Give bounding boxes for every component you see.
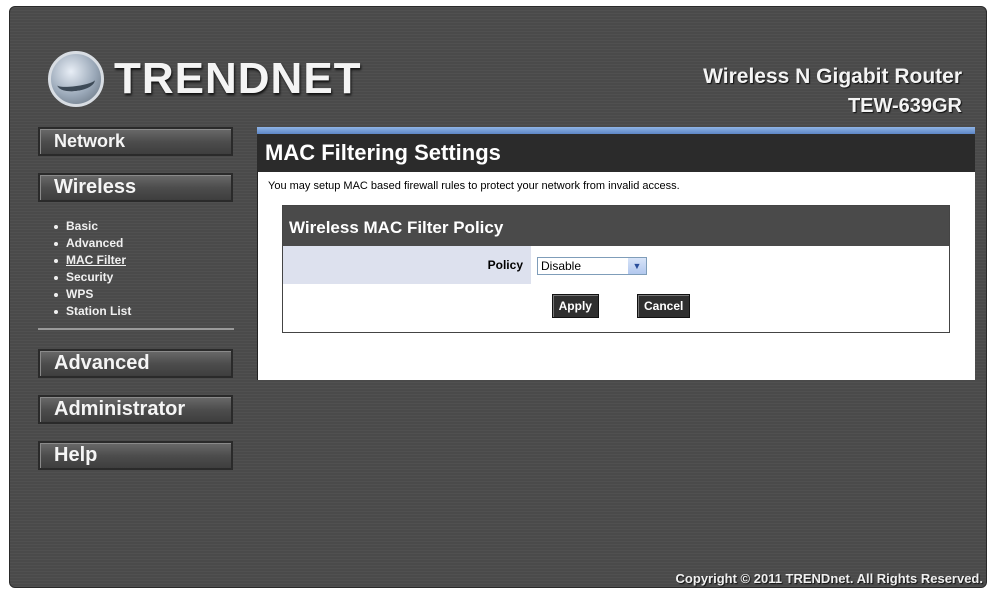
product-info: Wireless N Gigabit Router TEW-639GR (703, 65, 962, 118)
subnav-item-label: MAC Filter (66, 253, 126, 267)
sidebar-nav: Network Wireless Basic Advanced MAC Filt… (38, 127, 235, 487)
subnav-item-label: Basic (66, 219, 99, 233)
nav-administrator-button[interactable]: Administrator (38, 395, 233, 424)
cancel-button[interactable]: Cancel (636, 294, 691, 318)
policy-section: Wireless MAC Filter Policy Policy Disabl… (282, 205, 950, 333)
apply-button[interactable]: Apply (551, 294, 599, 318)
trendnet-logo: TRENDNET (48, 51, 362, 107)
policy-section-header: Wireless MAC Filter Policy (283, 206, 949, 246)
bullet-icon (54, 241, 58, 246)
bullet-icon (54, 292, 58, 297)
subnav-item-station-list[interactable]: Station List (38, 303, 234, 320)
logo-text: TRENDNET (114, 54, 362, 103)
page-title: MAC Filtering Settings (257, 134, 975, 172)
subnav-item-advanced[interactable]: Advanced (38, 235, 234, 252)
policy-select[interactable]: Disable ▼ (537, 257, 647, 275)
page-description: You may setup MAC based firewall rules t… (268, 180, 680, 192)
chevron-down-icon[interactable]: ▼ (628, 258, 646, 274)
copyright-text: Copyright © 2011 TRENDnet. All Rights Re… (675, 571, 983, 586)
bullet-icon (54, 309, 58, 314)
subnav-item-label: Security (66, 270, 114, 284)
nav-wireless-button[interactable]: Wireless (38, 173, 233, 202)
bullet-icon (54, 258, 58, 263)
product-model: TEW-639GR (847, 95, 962, 117)
subnav-item-basic[interactable]: Basic (38, 218, 234, 235)
action-buttons: Apply Cancel (283, 284, 949, 318)
content-area: You may setup MAC based firewall rules t… (257, 172, 975, 380)
policy-row: Policy Disable ▼ (283, 246, 949, 284)
policy-selected-value: Disable (541, 259, 582, 273)
title-accent-bar (257, 127, 975, 134)
nav-network-button[interactable]: Network (38, 127, 233, 156)
subnav-item-wps[interactable]: WPS (38, 286, 234, 303)
nav-advanced-button[interactable]: Advanced (38, 349, 233, 378)
subnav-item-security[interactable]: Security (38, 269, 234, 286)
bullet-icon (54, 224, 58, 229)
globe-logo-icon (48, 51, 104, 107)
policy-label: Policy (283, 246, 531, 284)
wireless-subnav: Basic Advanced MAC Filter Security WPS S… (38, 212, 234, 330)
subnav-item-label: Station List (66, 304, 132, 318)
main-panel: MAC Filtering Settings You may setup MAC… (257, 127, 975, 380)
subnav-item-mac-filter[interactable]: MAC Filter (38, 252, 234, 269)
nav-help-button[interactable]: Help (38, 441, 233, 470)
product-name: Wireless N Gigabit Router (703, 65, 962, 88)
subnav-item-label: WPS (66, 287, 94, 301)
subnav-item-label: Advanced (66, 236, 124, 250)
bullet-icon (54, 275, 58, 280)
policy-value-cell: Disable ▼ (531, 246, 647, 284)
